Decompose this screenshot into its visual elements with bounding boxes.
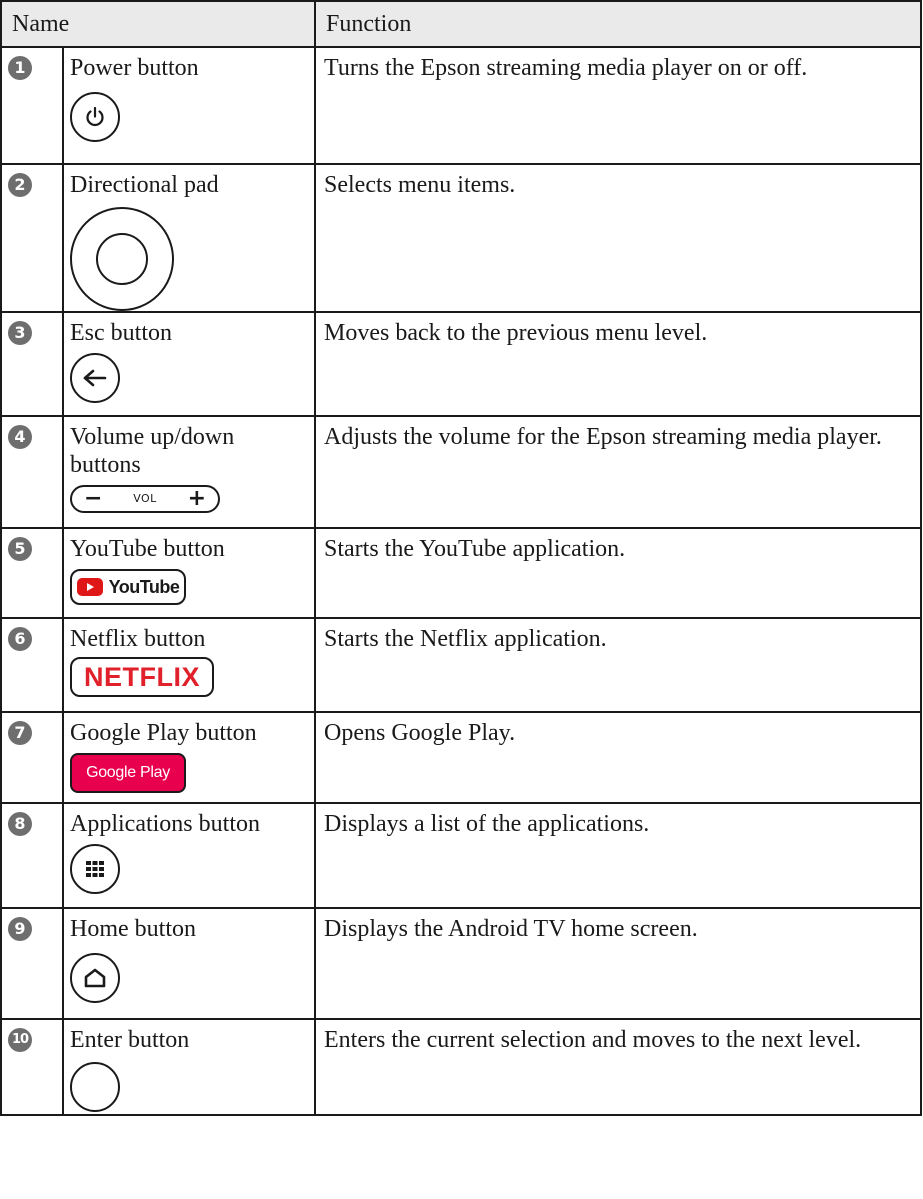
table-row: 4 Volume up/down buttons − VOL + Adjusts… [0,415,922,529]
table-header-row: Name Function [0,0,922,48]
table-row: 10 Enter button Enters the current selec… [0,1018,922,1116]
button-name: Power button [70,55,199,81]
table-row: 2 Directional pad Selects menu items. [0,163,922,313]
button-name: Google Play button [70,720,257,746]
google-play-wordmark: Google Play [86,764,170,781]
item-number-badge: 1 [8,56,32,80]
button-function: Enters the current selection and moves t… [314,1018,922,1116]
button-name: YouTube button [70,536,225,562]
directional-pad-icon [70,207,174,311]
item-number-badge: 6 [8,627,32,651]
button-name: Netflix button [70,626,206,652]
button-name: Enter button [70,1027,190,1053]
google-play-logo-icon: Google Play [70,753,186,793]
youtube-logo-icon: YouTube [70,569,186,605]
button-function: Moves back to the previous menu level. [314,311,922,417]
minus-icon: − [84,486,103,511]
button-function: Displays a list of the applications. [314,802,922,909]
power-icon [70,92,120,142]
button-name: Home button [70,916,196,942]
button-function: Adjusts the volume for the Epson streami… [314,415,922,529]
netflix-wordmark: NETFLIX [84,662,200,692]
item-number-badge: 7 [8,721,32,745]
enter-circle-icon [70,1062,120,1112]
item-number-badge: 2 [8,173,32,197]
button-name: Volume up/down buttons [70,424,235,478]
apps-grid-icon [70,844,120,894]
youtube-wordmark: YouTube [108,577,180,597]
volume-rocker-icon: − VOL + [70,485,220,513]
remote-buttons-table: Name Function 1 Power button Turns the E… [0,0,922,1116]
button-function: Turns the Epson streaming media player o… [314,46,922,165]
item-number-badge: 10 [8,1028,32,1052]
table-row: 1 Power button Turns the Epson streaming… [0,46,922,165]
header-function: Function [314,0,922,48]
table-row: 6 Netflix button NETFLIX Starts the Netf… [0,617,922,713]
item-number-badge: 8 [8,812,32,836]
play-icon [76,578,103,596]
button-name: Applications button [70,811,260,837]
vol-label: VOL [133,492,157,505]
home-icon [70,953,120,1003]
table-row: 5 YouTube button YouTube Starts the YouT… [0,527,922,619]
button-function: Starts the Netflix application. [314,617,922,713]
table-row: 3 Esc button Moves back to the previous … [0,311,922,417]
table-row: 9 Home button Displays the Android TV ho… [0,907,922,1020]
header-name: Name [0,0,316,48]
table-row: 7 Google Play button Google Play Opens G… [0,711,922,804]
button-function: Starts the YouTube application. [314,527,922,619]
button-name: Directional pad [70,172,219,198]
item-number-badge: 3 [8,321,32,345]
back-arrow-icon [70,353,120,403]
table-row: 8 Applications button Displays a list of… [0,802,922,909]
button-function: Opens Google Play. [314,711,922,804]
button-function: Displays the Android TV home screen. [314,907,922,1020]
button-function: Selects menu items. [314,163,922,313]
netflix-logo-icon: NETFLIX [70,657,214,697]
button-name: Esc button [70,320,172,346]
item-number-badge: 5 [8,537,32,561]
item-number-badge: 4 [8,425,32,449]
plus-icon: + [187,486,206,511]
item-number-badge: 9 [8,917,32,941]
